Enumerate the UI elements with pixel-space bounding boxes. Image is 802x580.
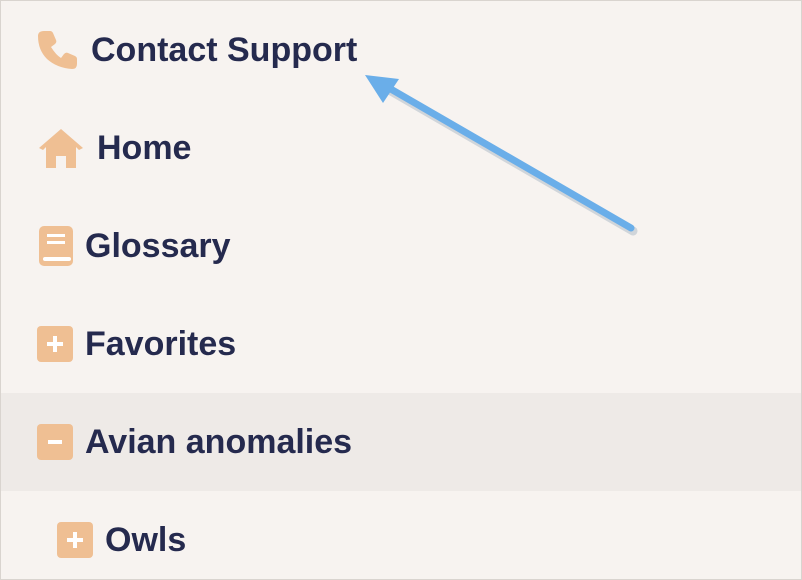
- menu-item-owls[interactable]: Owls: [1, 491, 801, 579]
- menu-item-home[interactable]: Home: [1, 99, 801, 197]
- menu-item-label: Favorites: [85, 325, 237, 363]
- menu-item-glossary[interactable]: Glossary: [1, 197, 801, 295]
- expand-icon[interactable]: [57, 522, 93, 558]
- menu-item-label: Contact Support: [91, 31, 358, 69]
- menu-item-label: Owls: [105, 521, 187, 559]
- menu-item-contact-support[interactable]: Contact Support: [1, 1, 801, 99]
- menu-item-favorites[interactable]: Favorites: [1, 295, 801, 393]
- menu-item-label: Home: [97, 129, 192, 167]
- expand-icon[interactable]: [37, 326, 73, 362]
- phone-icon: [35, 28, 79, 72]
- collapse-icon[interactable]: [37, 424, 73, 460]
- menu-item-avian-anomalies[interactable]: Avian anomalies: [1, 393, 801, 491]
- menu-panel: Contact Support Home Glossary Favorites …: [0, 0, 802, 580]
- menu-item-label: Glossary: [85, 227, 231, 265]
- book-icon: [37, 224, 75, 268]
- home-icon: [37, 126, 85, 170]
- menu-item-label: Avian anomalies: [85, 423, 353, 461]
